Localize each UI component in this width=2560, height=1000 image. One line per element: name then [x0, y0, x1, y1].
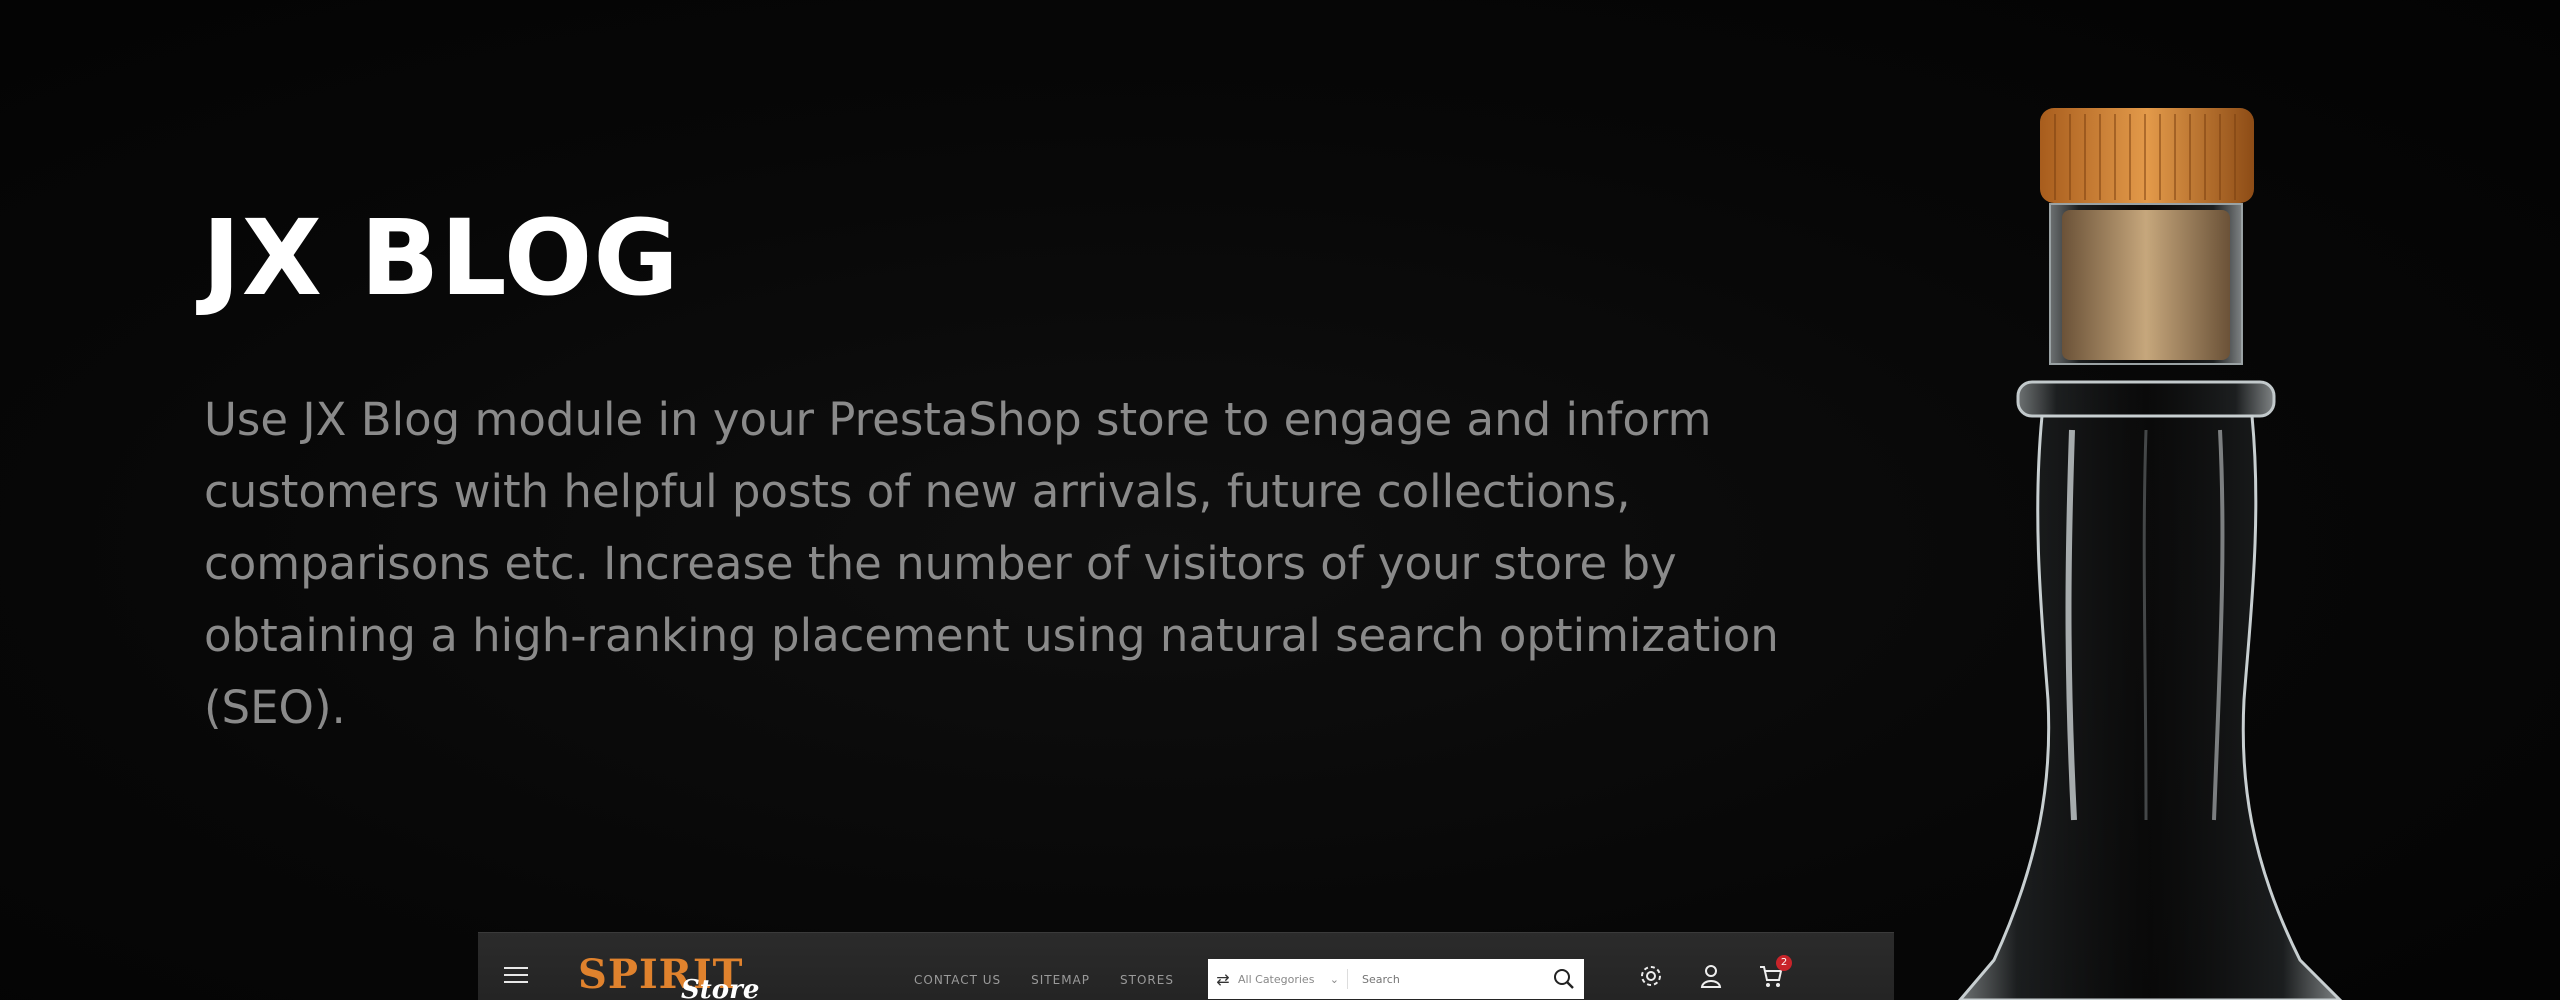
settings-button[interactable] [1638, 963, 1664, 989]
page-title: JX BLOG [202, 197, 680, 319]
store-logo-subtitle: Store [681, 975, 760, 1000]
search-input[interactable] [1348, 959, 1544, 999]
account-button[interactable] [1698, 963, 1724, 989]
top-nav: CONTACT US SITEMAP STORES [914, 973, 1174, 987]
cart-count-badge: 2 [1776, 955, 1792, 971]
user-icon [1700, 965, 1722, 988]
bottle-image [1958, 108, 2343, 1000]
store-header-preview: SPIRIT Store CONTACT US SITEMAP STORES ⇄… [478, 932, 1894, 1000]
search-button[interactable] [1544, 968, 1584, 990]
category-select[interactable]: All Categories ⌄ [1238, 969, 1348, 989]
category-select-value: All Categories [1238, 972, 1315, 986]
nav-link-stores[interactable]: STORES [1120, 973, 1174, 987]
hamburger-menu-icon[interactable] [504, 967, 528, 987]
search-icon [1554, 969, 1574, 989]
hero-banner: JX BLOG Use JX Blog module in your Prest… [0, 0, 2560, 1000]
swap-icon: ⇄ [1216, 969, 1230, 989]
gear-icon [1641, 966, 1661, 986]
nav-link-contact-us[interactable]: CONTACT US [914, 973, 1001, 987]
cart-button[interactable]: 2 [1758, 955, 1792, 989]
hero-description: Use JX Blog module in your PrestaShop st… [204, 393, 1779, 734]
header-actions: 2 [1638, 955, 1792, 989]
chevron-down-icon: ⌄ [1329, 972, 1339, 986]
nav-link-sitemap[interactable]: SITEMAP [1031, 973, 1090, 987]
search-bar: ⇄ All Categories ⌄ [1208, 959, 1584, 999]
